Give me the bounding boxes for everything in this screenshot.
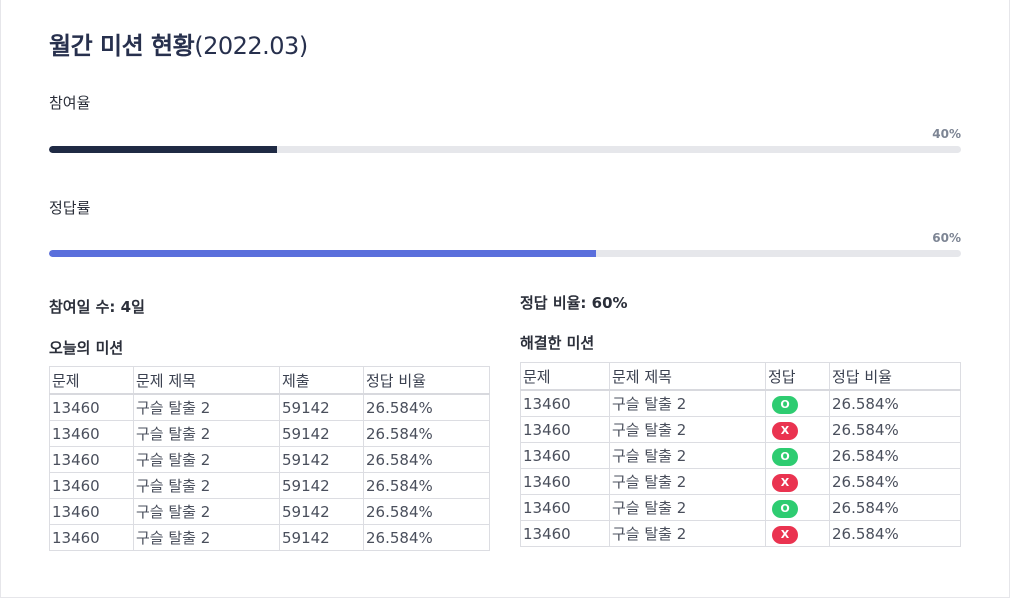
solved-mission-title: 해결한 미션 (520, 334, 595, 352)
problem-id[interactable]: 13460 (49, 498, 134, 525)
table-row[interactable]: 13460 구슬 탈출 2 X 26.584% (520, 468, 961, 495)
correct-ratio: 26.584% (829, 494, 961, 521)
problem-id[interactable]: 13460 (49, 472, 134, 499)
submission-count: 59142 (279, 446, 364, 473)
result-cell: O (765, 494, 830, 521)
header-problem: 문제 (49, 366, 134, 395)
submission-count: 59142 (279, 393, 364, 421)
result-cell: O (765, 442, 830, 469)
correct-ratio: 26.584% (829, 520, 961, 547)
accuracy-progress-bar (49, 250, 961, 257)
problem-title[interactable]: 구슬 탈출 2 (609, 389, 766, 417)
header-result: 정답 (765, 362, 830, 391)
result-badge: O (772, 395, 798, 414)
answer-ratio: 정답 비율: 60% (520, 294, 628, 312)
problem-title[interactable]: 구슬 탈출 2 (609, 468, 766, 495)
table-row[interactable]: 13460 구슬 탈출 2 O 26.584% (520, 442, 961, 469)
problem-title[interactable]: 구슬 탈출 2 (609, 416, 766, 443)
participation-progress-bar (49, 146, 961, 153)
title-period: (2022.03) (194, 32, 308, 60)
submission-count: 59142 (279, 524, 364, 551)
problem-id[interactable]: 13460 (520, 416, 610, 443)
problem-title[interactable]: 구슬 탈출 2 (133, 524, 280, 551)
problem-id[interactable]: 13460 (520, 494, 610, 521)
table-row[interactable]: 13460 구슬 탈출 2 59142 26.584% (49, 420, 490, 447)
problem-id[interactable]: 13460 (49, 393, 134, 421)
correct-ratio: 26.584% (829, 468, 961, 495)
solved-mission-table: 문제 문제 제목 정답 정답 비율 13460 구슬 탈출 2 O 26.584… (520, 362, 961, 547)
table-header-row: 문제 문제 제목 제출 정답 비율 (49, 366, 490, 395)
correct-ratio: 26.584% (363, 472, 490, 499)
accuracy-progress-fill (49, 250, 597, 257)
table-row[interactable]: 13460 구슬 탈출 2 O 26.584% (520, 494, 961, 521)
participation-progress-fill (49, 146, 277, 153)
problem-title[interactable]: 구슬 탈출 2 (133, 472, 280, 499)
today-mission-title: 오늘의 미션 (49, 339, 124, 357)
problem-id[interactable]: 13460 (49, 446, 134, 473)
today-mission-table: 문제 문제 제목 제출 정답 비율 13460 구슬 탈출 2 59142 26… (49, 366, 490, 551)
submission-count: 59142 (279, 420, 364, 447)
result-cell: X (765, 468, 830, 495)
correct-ratio: 26.584% (829, 442, 961, 469)
header-problem-title: 문제 제목 (609, 362, 766, 391)
problem-id[interactable]: 13460 (49, 524, 134, 551)
accuracy-label: 정답률 (49, 199, 91, 217)
result-badge: X (772, 421, 798, 440)
correct-ratio: 26.584% (363, 446, 490, 473)
problem-title[interactable]: 구슬 탈출 2 (609, 520, 766, 547)
problem-title[interactable]: 구슬 탈출 2 (133, 393, 280, 421)
header-correct-ratio: 정답 비율 (363, 366, 490, 395)
problem-title[interactable]: 구슬 탈출 2 (133, 420, 280, 447)
problem-id[interactable]: 13460 (520, 442, 610, 469)
submission-count: 59142 (279, 498, 364, 525)
correct-ratio: 26.584% (363, 393, 490, 421)
result-badge: O (772, 447, 798, 466)
page-title: 월간 미션 현황(2022.03) (49, 26, 308, 61)
table-row[interactable]: 13460 구슬 탈출 2 59142 26.584% (49, 446, 490, 473)
table-row[interactable]: 13460 구슬 탈출 2 59142 26.584% (49, 472, 490, 499)
participation-label: 참여율 (49, 94, 91, 112)
title-main: 월간 미션 현황 (49, 32, 195, 60)
problem-title[interactable]: 구슬 탈출 2 (133, 498, 280, 525)
header-problem: 문제 (520, 362, 610, 391)
result-badge: X (772, 473, 798, 492)
table-row[interactable]: 13460 구슬 탈출 2 59142 26.584% (49, 524, 490, 551)
submission-count: 59142 (279, 472, 364, 499)
table-row[interactable]: 13460 구슬 탈출 2 O 26.584% (520, 389, 961, 417)
problem-id[interactable]: 13460 (49, 420, 134, 447)
correct-ratio: 26.584% (363, 420, 490, 447)
table-row[interactable]: 13460 구슬 탈출 2 59142 26.584% (49, 393, 490, 421)
header-correct-ratio: 정답 비율 (829, 362, 961, 391)
table-row[interactable]: 13460 구슬 탈출 2 X 26.584% (520, 520, 961, 547)
result-cell: X (765, 416, 830, 443)
correct-ratio: 26.584% (363, 524, 490, 551)
problem-id[interactable]: 13460 (520, 389, 610, 417)
result-cell: X (765, 520, 830, 547)
participation-days: 참여일 수: 4일 (49, 298, 145, 316)
correct-ratio: 26.584% (829, 416, 961, 443)
problem-id[interactable]: 13460 (520, 468, 610, 495)
table-row[interactable]: 13460 구슬 탈출 2 X 26.584% (520, 416, 961, 443)
problem-title[interactable]: 구슬 탈출 2 (609, 494, 766, 521)
correct-ratio: 26.584% (829, 389, 961, 417)
result-badge: O (772, 499, 798, 518)
table-row[interactable]: 13460 구슬 탈출 2 59142 26.584% (49, 498, 490, 525)
accuracy-percent: 60% (932, 231, 961, 245)
header-submissions: 제출 (279, 366, 364, 395)
result-cell: O (765, 389, 830, 417)
problem-id[interactable]: 13460 (520, 520, 610, 547)
table-header-row: 문제 문제 제목 정답 정답 비율 (520, 362, 961, 391)
correct-ratio: 26.584% (363, 498, 490, 525)
header-problem-title: 문제 제목 (133, 366, 280, 395)
problem-title[interactable]: 구슬 탈출 2 (609, 442, 766, 469)
participation-percent: 40% (932, 127, 961, 141)
result-badge: X (772, 525, 798, 544)
problem-title[interactable]: 구슬 탈출 2 (133, 446, 280, 473)
